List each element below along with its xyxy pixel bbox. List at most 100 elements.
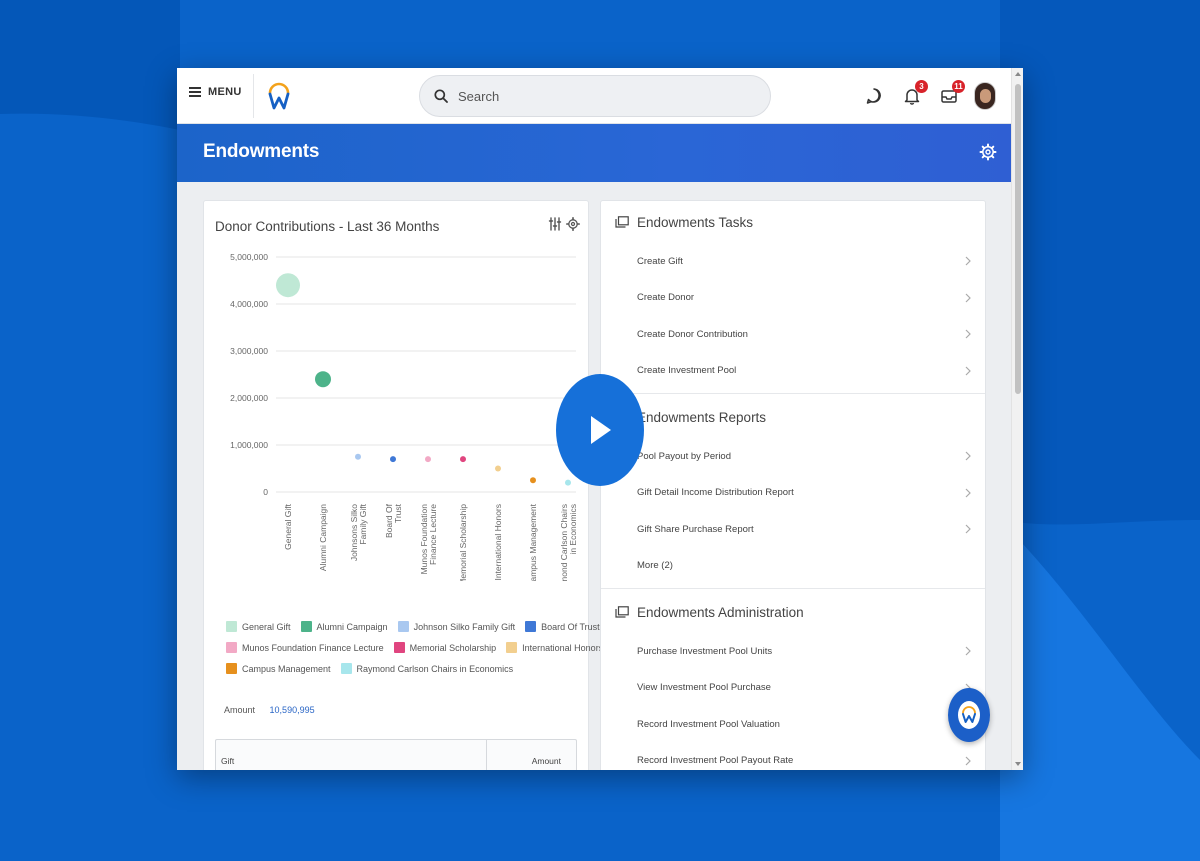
tasks-section: Endowments Tasks Create Gift Create Donor… bbox=[601, 201, 985, 389]
page-header: Endowments bbox=[177, 124, 1011, 182]
chevron-right-icon bbox=[965, 256, 971, 266]
search-box[interactable] bbox=[419, 75, 771, 117]
legend-swatch bbox=[506, 642, 518, 653]
data-point[interactable] bbox=[495, 465, 501, 472]
scroll-thumb[interactable] bbox=[1015, 84, 1021, 394]
chart-settings-icon[interactable] bbox=[566, 217, 580, 231]
x-tick-label: Munos FoundationFinance Lecture bbox=[419, 504, 438, 575]
legend-row: General Gift Alumni Campaign Johnson Silko… bbox=[226, 621, 600, 632]
chevron-right-icon bbox=[965, 366, 971, 375]
table-header-gift[interactable]: Gift bbox=[221, 756, 234, 766]
data-point[interactable] bbox=[355, 453, 361, 460]
chevron-right-icon bbox=[965, 293, 971, 302]
reports-item[interactable]: Gift Share Purchase Report bbox=[601, 511, 985, 548]
reports-title: Endowments Reports bbox=[637, 409, 767, 425]
administration-item-label: Record Investment Pool Payout Rate bbox=[637, 755, 794, 767]
page-scrollbar[interactable] bbox=[1011, 68, 1023, 770]
reports-item[interactable]: More (2) bbox=[601, 548, 985, 585]
data-point[interactable] bbox=[390, 456, 396, 463]
legend-item[interactable]: Raymond Carlson Chairs in Economics bbox=[340, 663, 513, 674]
legend-item[interactable]: General Gift bbox=[226, 621, 291, 632]
assistant-button[interactable] bbox=[948, 688, 990, 742]
legend-swatch bbox=[397, 621, 409, 632]
chevron-right-icon bbox=[965, 329, 971, 339]
administration-title: Endowments Administration bbox=[637, 604, 804, 620]
tasks-list: Create Gift Create Donor Create Donor Cont… bbox=[601, 243, 985, 389]
tasks-item-label: Create Donor Contribution bbox=[637, 328, 748, 340]
tasks-item-label: Create Gift bbox=[637, 255, 683, 267]
legend-swatch bbox=[525, 621, 537, 632]
tasks-item[interactable]: Create Donor Contribution bbox=[601, 316, 985, 353]
y-tick-label: 1,000,000 bbox=[230, 440, 268, 450]
menu-button[interactable]: MENU bbox=[189, 86, 242, 98]
legend-row: Munos Foundation Finance Lecture Memorial… bbox=[226, 642, 603, 653]
scroll-down-arrow-icon[interactable] bbox=[1015, 762, 1021, 766]
administration-item[interactable]: Purchase Investment Pool Units bbox=[601, 633, 985, 670]
x-tick-label: Raymond Carlson Chairsin Economics bbox=[559, 504, 578, 581]
tasks-item[interactable]: Create Donor bbox=[601, 280, 985, 317]
notifications-button[interactable]: 3 bbox=[902, 80, 928, 106]
avatar-face bbox=[980, 89, 991, 103]
endowments-actions-card: Endowments Tasks Create Gift Create Donor… bbox=[600, 200, 986, 770]
legend-item[interactable]: Memorial Scholarship bbox=[393, 642, 497, 653]
data-point[interactable] bbox=[425, 456, 431, 463]
gift-amount-table: Gift Amount bbox=[215, 739, 577, 770]
chart-legend: General Gift Alumni Campaign Johnson Silko… bbox=[226, 621, 603, 684]
x-tick-label-line: in Economics bbox=[568, 504, 578, 555]
legend-item[interactable]: Munos Foundation Finance Lecture bbox=[226, 642, 384, 653]
administration-item-label: Record Investment Pool Valuation bbox=[637, 718, 780, 730]
legend-label: General Gift bbox=[242, 621, 291, 632]
inbox-button[interactable]: 11 bbox=[939, 80, 965, 106]
administration-item[interactable]: Record Investment Pool Payout Rate bbox=[601, 743, 985, 771]
x-tick-label-line: Finance Lecture bbox=[428, 504, 438, 565]
settings-gear-icon[interactable] bbox=[979, 143, 997, 161]
chevron-right-icon bbox=[965, 646, 971, 656]
reports-item-label: Pool Payout by Period bbox=[637, 450, 732, 462]
chat-icon[interactable] bbox=[864, 86, 884, 106]
reports-item-label: More (2) bbox=[637, 560, 673, 572]
administration-item[interactable]: Record Investment Pool Valuation bbox=[601, 706, 985, 743]
data-point[interactable] bbox=[276, 273, 300, 298]
legend-label: Memorial Scholarship bbox=[409, 642, 497, 653]
legend-row: Campus Management Raymond Carlson Chairs … bbox=[226, 663, 576, 674]
legend-swatch bbox=[300, 621, 312, 632]
legend-swatch bbox=[226, 642, 237, 653]
legend-item[interactable]: Alumni Campaign bbox=[300, 621, 388, 632]
inbox-badge: 11 bbox=[952, 80, 965, 93]
tasks-title: Endowments Tasks bbox=[637, 214, 754, 230]
data-point[interactable] bbox=[460, 456, 466, 463]
administration-item[interactable]: View Investment Pool Purchase bbox=[601, 670, 985, 707]
legend-item[interactable]: Board Of Trust bbox=[525, 621, 600, 632]
legend-item[interactable]: International Honors bbox=[506, 642, 603, 653]
top-bar: MENU 3 11 bbox=[177, 68, 1011, 124]
search-input[interactable] bbox=[458, 88, 738, 104]
tasks-section-icon bbox=[615, 216, 629, 228]
table-column-divider bbox=[486, 740, 487, 770]
chevron-right-icon bbox=[965, 524, 971, 534]
data-point[interactable] bbox=[530, 477, 536, 484]
table-header-amount[interactable]: Amount bbox=[532, 756, 561, 766]
amount-total-link[interactable]: 10,590,995 bbox=[270, 705, 315, 715]
tasks-item-label: Create Investment Pool bbox=[637, 365, 737, 377]
chart-filter-icon[interactable] bbox=[548, 217, 562, 231]
scroll-up-arrow-icon[interactable] bbox=[1015, 72, 1021, 76]
video-play-button[interactable] bbox=[556, 374, 644, 486]
tasks-header: Endowments Tasks bbox=[601, 201, 985, 243]
tasks-item[interactable]: Create Gift bbox=[601, 243, 985, 280]
page-title: Endowments bbox=[203, 141, 320, 162]
reports-item[interactable]: Pool Payout by Period bbox=[601, 438, 985, 475]
data-point[interactable] bbox=[565, 479, 571, 486]
x-tick-label: Alumni Campaign bbox=[318, 504, 328, 571]
administration-header: Endowments Administration bbox=[601, 591, 985, 633]
reports-item[interactable]: Gift Detail Income Distribution Report bbox=[601, 475, 985, 512]
legend-item[interactable]: Johnson Silko Family Gift bbox=[397, 621, 515, 632]
tasks-item[interactable]: Create Investment Pool bbox=[601, 353, 985, 390]
workday-logo-icon[interactable] bbox=[267, 82, 291, 110]
y-tick-label: 5,000,000 bbox=[230, 252, 268, 262]
reports-section: Endowments Reports Pool Payout by Period… bbox=[601, 396, 985, 584]
legend-label: International Honors bbox=[522, 642, 604, 653]
y-tick-label: 3,000,000 bbox=[230, 346, 268, 356]
data-point[interactable] bbox=[315, 371, 331, 388]
user-avatar[interactable] bbox=[974, 82, 996, 110]
legend-item[interactable]: Campus Management bbox=[226, 663, 331, 674]
